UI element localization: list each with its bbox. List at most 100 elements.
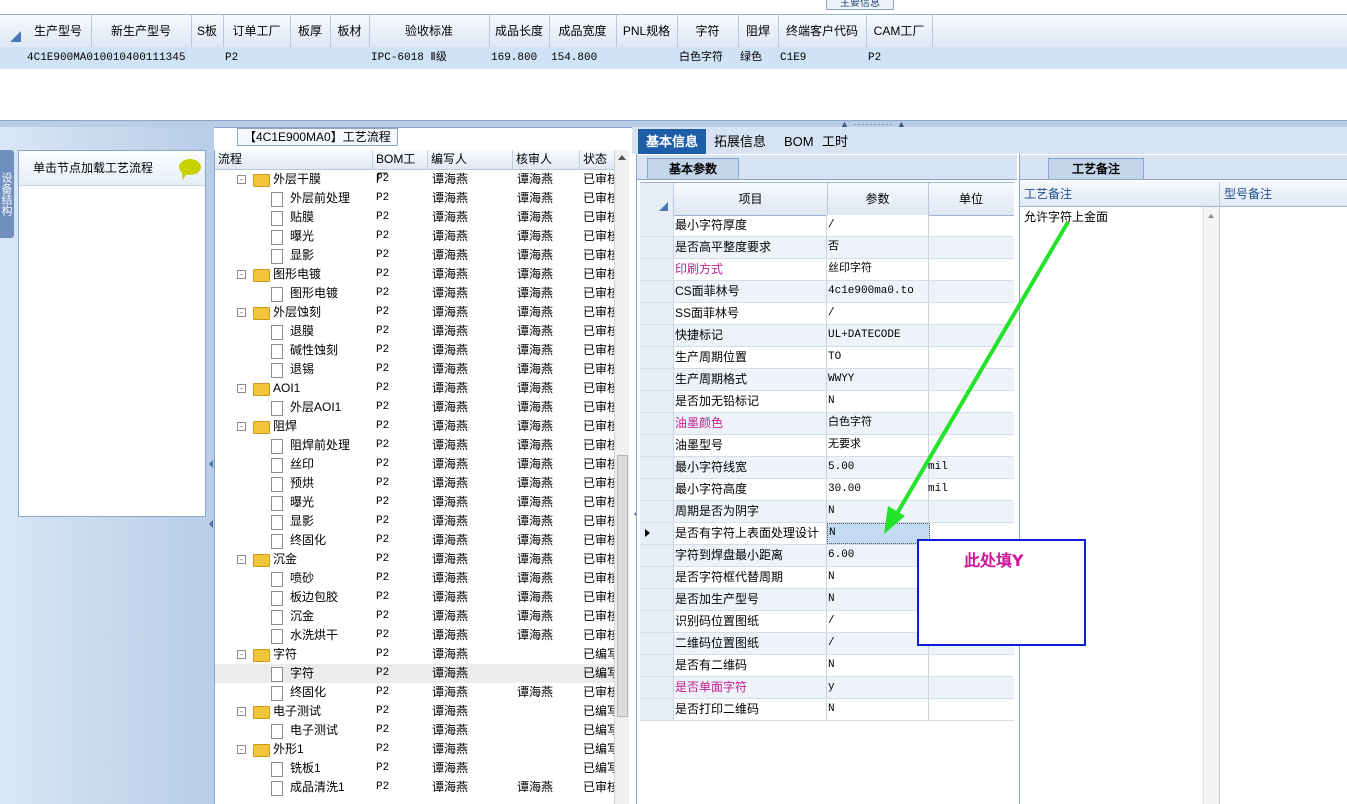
param-value[interactable]: N <box>827 523 930 544</box>
param-value[interactable]: TO <box>827 347 929 368</box>
col-header-solder-mask[interactable]: 阻焊 <box>738 15 779 47</box>
collapse-toggle-icon[interactable]: - <box>237 422 246 431</box>
col-header-material[interactable]: 板材 <box>330 15 370 47</box>
cell-solder-mask[interactable]: 绿色 <box>740 47 778 69</box>
notes-scrollbar[interactable] <box>1203 207 1219 804</box>
row-indicator[interactable] <box>640 281 674 302</box>
subtab-process-notes[interactable]: 工艺备注 <box>1048 158 1144 179</box>
cell-new-model[interactable]: 10010400111345 <box>93 47 191 69</box>
collapse-arrow-icon[interactable] <box>209 520 213 528</box>
cell-customer-code[interactable]: C1E9 <box>780 47 866 69</box>
row-indicator[interactable] <box>640 391 674 412</box>
param-row[interactable]: 是否单面字符 y <box>640 677 1014 699</box>
collapse-toggle-icon[interactable]: - <box>237 384 246 393</box>
param-row[interactable]: 油墨颜色 白色字符 <box>640 413 1014 435</box>
param-row[interactable]: 最小字符线宽 5.00 mil <box>640 457 1014 479</box>
process-row[interactable]: 喷砂 P2 谭海燕 谭海燕 已审核 <box>215 569 629 588</box>
process-row[interactable]: 退膜 P2 谭海燕 谭海燕 已审核 <box>215 322 629 341</box>
process-row[interactable]: 预烘 P2 谭海燕 谭海燕 已审核 <box>215 474 629 493</box>
process-row[interactable]: 贴膜 P2 谭海燕 谭海燕 已审核 <box>215 208 629 227</box>
param-value[interactable]: WWYY <box>827 369 929 390</box>
param-value[interactable]: N <box>827 391 929 412</box>
col-header-cam-factory[interactable]: CAM工厂 <box>866 15 933 47</box>
process-row[interactable]: 退锡 P2 谭海燕 谭海燕 已审核 <box>215 360 629 379</box>
param-value[interactable]: UL+DATECODE <box>827 325 929 346</box>
process-row[interactable]: - 电子测试 P2 谭海燕 已编写 <box>215 702 629 721</box>
param-value[interactable]: 否 <box>827 237 929 258</box>
process-row[interactable]: - 图形电镀 P2 谭海燕 谭海燕 已审核 <box>215 265 629 284</box>
param-row[interactable]: 最小字符厚度 / <box>640 215 1014 237</box>
splitter-grip-icon[interactable]: ▲ ·········· ▲ <box>840 120 907 129</box>
params-col-value[interactable]: 参数 <box>827 183 929 215</box>
param-value[interactable]: / <box>827 303 929 324</box>
process-row[interactable]: - 外形1 P2 谭海燕 已编写 <box>215 740 629 759</box>
param-value[interactable]: N <box>827 699 929 720</box>
cell-cam-factory[interactable]: P2 <box>868 47 932 69</box>
cell-material[interactable] <box>332 47 369 69</box>
row-indicator[interactable] <box>640 457 674 478</box>
param-value[interactable]: 无要求 <box>827 435 929 456</box>
process-row[interactable]: 丝印 P2 谭海燕 谭海燕 已审核 <box>215 455 629 474</box>
row-indicator[interactable] <box>640 347 674 368</box>
param-row[interactable]: 快捷标记 UL+DATECODE <box>640 325 1014 347</box>
collapse-toggle-icon[interactable]: - <box>237 707 246 716</box>
proc-col-author[interactable]: 编写人 <box>428 150 513 169</box>
row-indicator[interactable] <box>640 655 674 676</box>
process-row[interactable]: 曝光 P2 谭海燕 谭海燕 已审核 <box>215 227 629 246</box>
cell-silkscreen[interactable]: 白色字符 <box>679 47 738 69</box>
process-row[interactable]: - 字符 P2 谭海燕 已编写 <box>215 645 629 664</box>
param-row[interactable]: 生产周期位置 TO <box>640 347 1014 369</box>
param-row[interactable]: SS面菲林号 / <box>640 303 1014 325</box>
row-indicator[interactable] <box>640 501 674 522</box>
param-value[interactable]: 5.00 <box>827 457 929 478</box>
param-row[interactable]: 生产周期格式 WWYY <box>640 369 1014 391</box>
param-row[interactable]: 是否高平整度要求否 <box>640 237 1014 259</box>
process-row[interactable]: 终固化 P2 谭海燕 谭海燕 已审核 <box>215 683 629 702</box>
param-value[interactable]: N <box>827 567 929 588</box>
row-indicator[interactable] <box>640 677 674 698</box>
cell-order-factory[interactable]: P2 <box>225 47 290 69</box>
speech-bubble-icon[interactable] <box>179 159 201 180</box>
param-value[interactable]: N <box>827 655 929 676</box>
tab-extended-info[interactable]: 拓展信息 <box>706 129 774 154</box>
process-row[interactable]: - 外层蚀刻 P2 谭海燕 谭海燕 已审核 <box>215 303 629 322</box>
param-value[interactable]: N <box>827 589 929 610</box>
collapse-toggle-icon[interactable]: - <box>237 650 246 659</box>
process-row[interactable]: 外层AOI1 P2 谭海燕 谭海燕 已审核 <box>215 398 629 417</box>
process-row[interactable]: 沉金 P2 谭海燕 谭海燕 已审核 <box>215 607 629 626</box>
param-row[interactable]: 最小字符高度 30.00 mil <box>640 479 1014 501</box>
row-indicator[interactable] <box>640 325 674 346</box>
param-row[interactable]: 是否有二维码 N <box>640 655 1014 677</box>
col-header-thickness[interactable]: 板厚 <box>290 15 331 47</box>
process-row[interactable]: 碱性蚀刻 P2 谭海燕 谭海燕 已审核 <box>215 341 629 360</box>
order-grid-row[interactable]: 4C1E900MA0 10010400111345 P2 IPC-6018 Ⅱ级 169… <box>0 47 1347 69</box>
col-header-customer-code[interactable]: 终端客户代码 <box>778 15 867 47</box>
collapse-toggle-icon[interactable]: - <box>237 745 246 754</box>
cell-thickness[interactable] <box>292 47 330 69</box>
params-col-unit[interactable]: 单位 <box>928 183 1014 215</box>
param-value[interactable]: y <box>827 677 929 698</box>
row-indicator[interactable] <box>640 611 674 632</box>
main-info-tab[interactable]: 主要信息 <box>826 0 894 10</box>
row-indicator[interactable] <box>640 567 674 588</box>
param-value[interactable]: / <box>827 611 929 632</box>
col-header-model[interactable]: 生产型号 <box>25 15 92 47</box>
process-row[interactable]: 铣板1 P2 谭海燕 已编写 <box>215 759 629 778</box>
process-row[interactable]: - AOI1 P2 谭海燕 谭海燕 已审核 <box>215 379 629 398</box>
param-row[interactable]: 油墨型号 无要求 <box>640 435 1014 457</box>
col-header-pnl[interactable]: PNL规格 <box>616 15 678 47</box>
process-row[interactable]: 阻焊前处理 P2 谭海燕 谭海燕 已审核 <box>215 436 629 455</box>
cell-pnl[interactable] <box>618 47 677 69</box>
params-col-item[interactable]: 项目 <box>674 183 828 215</box>
proc-col-flow[interactable]: 流程 <box>215 150 373 169</box>
row-indicator[interactable] <box>640 259 674 280</box>
param-value[interactable]: 丝印字符 <box>827 259 929 280</box>
param-row[interactable]: 印刷方式 丝印字符 <box>640 259 1014 281</box>
process-row[interactable]: 曝光 P2 谭海燕 谭海燕 已审核 <box>215 493 629 512</box>
process-row[interactable]: 终固化 P2 谭海燕 谭海燕 已审核 <box>215 531 629 550</box>
cell-width[interactable]: 154.800 <box>551 47 616 69</box>
param-value[interactable]: N <box>827 501 929 522</box>
col-header-new-model[interactable]: 新生产型号 <box>91 15 192 47</box>
col-header-width[interactable]: 成品宽度 <box>549 15 617 47</box>
collapse-arrow-icon[interactable] <box>209 460 213 468</box>
